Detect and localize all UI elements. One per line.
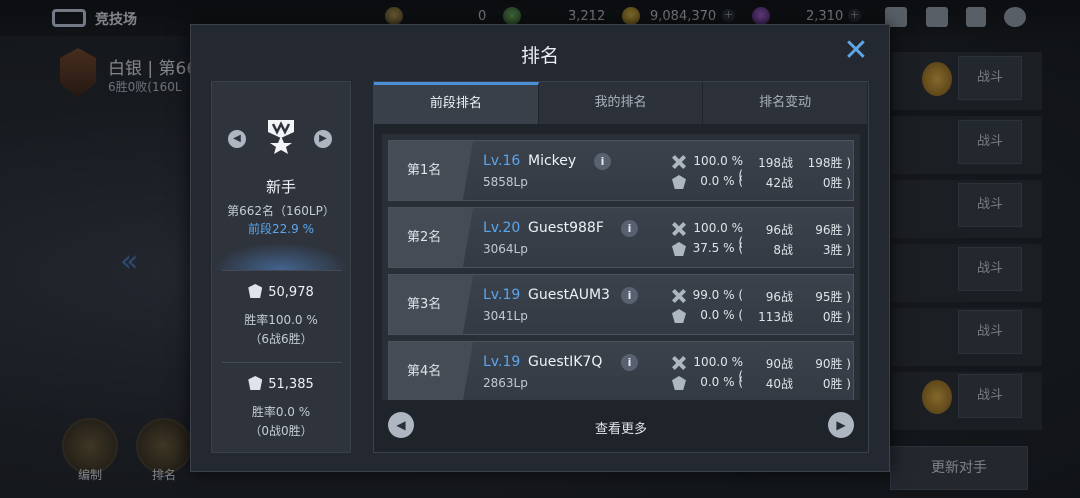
attack-wins: 90胜 ) (815, 357, 851, 371)
player-name: GuestIK7Q (528, 354, 603, 370)
defense-score-value: 51,385 (268, 377, 314, 392)
attack-battles: 90战 (765, 357, 793, 371)
defense-winrate: 胜率0.0 % (251, 405, 311, 419)
info-icon[interactable]: i (621, 287, 638, 304)
defense-battles: 8战 (773, 243, 793, 257)
defense-record: （0战0胜） (249, 424, 313, 438)
ranking-modal: 排名 ✕ ◀ ▶ 新手 第662名（160LP） 前段22.9 % 50,978… (190, 24, 890, 472)
attack-wins: 95胜 ) (815, 290, 851, 304)
attack-wins: 198胜 ) (807, 156, 851, 170)
next-page-button[interactable]: ▶ (828, 412, 854, 438)
attack-record: （6战6胜） (249, 332, 313, 346)
ranking-row[interactable]: 第3名 Lv.19 GuestAUM3 i 3041Lp 99.0 % ( 96战 95胜 )… (388, 274, 854, 335)
defense-wins: 3胜 ) (822, 243, 851, 257)
defense-score: 51,385 (212, 376, 350, 392)
divider (222, 270, 342, 271)
view-more-button[interactable]: 查看更多 (374, 418, 868, 437)
tab-top-ranking[interactable]: 前段排名 (374, 82, 539, 124)
info-icon[interactable]: i (621, 220, 638, 237)
defense-battles: 113战 (758, 310, 793, 324)
tab-my-ranking[interactable]: 我的排名 (538, 82, 704, 124)
ranking-row[interactable]: 第4名 Lv.19 GuestIK7Q i 2863Lp 100.0 % (90战 90胜 … (388, 341, 854, 400)
player-name: GuestAUM3 (528, 287, 610, 303)
player-level: Lv.19 (483, 354, 521, 370)
tier-badge-icon (268, 120, 294, 154)
my-rank-text: 第662名（160LP） (227, 204, 335, 218)
tier-prev-button[interactable]: ◀ (228, 130, 246, 148)
ranking-row[interactable]: 第2名 Lv.20 Guest988F i 3064Lp 100.0 % (96战 96胜 … (388, 207, 854, 268)
tier-glow (212, 242, 350, 270)
attack-score: 50,978 (212, 284, 350, 300)
rank-label: 第3名 (389, 275, 473, 334)
ranking-list[interactable]: 第1名 Lv.16 Mickey i 5858Lp 100.0 % (198战 198胜 )… (382, 134, 860, 400)
attack-battles: 96战 (765, 223, 793, 237)
crossed-swords-icon (672, 222, 686, 236)
tier-name: 新手 (265, 178, 296, 196)
ranking-tabs: 前段排名 我的排名 排名变动 (374, 82, 869, 124)
crossed-swords-icon (672, 356, 686, 370)
shield-icon (672, 242, 686, 256)
shield-icon (672, 309, 686, 323)
my-tier-panel: ◀ ▶ 新手 第662名（160LP） 前段22.9 % 50,978 胜率10… (211, 81, 351, 453)
rank-label: 第2名 (389, 208, 473, 267)
defense-battles: 40战 (765, 377, 793, 391)
ranking-panel: 前段排名 我的排名 排名变动 第1名 Lv.16 Mickey i 5858Lp 100.… (373, 81, 869, 453)
attack-winrate: 胜率100.0 % (244, 313, 318, 327)
defense-percent: 0.0 % ( (700, 375, 743, 389)
player-lp: 3041Lp (483, 309, 528, 323)
ranking-row[interactable]: 第1名 Lv.16 Mickey i 5858Lp 100.0 % (198战 198胜 )… (388, 140, 854, 201)
player-lp: 3064Lp (483, 242, 528, 256)
divider (222, 362, 342, 363)
info-icon[interactable]: i (621, 354, 638, 371)
defense-battles: 42战 (765, 176, 793, 190)
player-name: Guest988F (528, 220, 604, 236)
shield-icon (672, 175, 686, 189)
attack-score-value: 50,978 (268, 285, 314, 300)
attack-percent: 99.0 % ( (692, 288, 743, 302)
defense-percent: 0.0 % ( (700, 174, 743, 188)
player-lp: 5858Lp (483, 175, 528, 189)
player-level: Lv.20 (483, 220, 521, 236)
my-percent-text: 前段22.9 % (248, 222, 314, 236)
crossed-swords-icon (672, 289, 686, 303)
attack-battles: 96战 (765, 290, 793, 304)
player-lp: 2863Lp (483, 376, 528, 390)
tier-next-button[interactable]: ▶ (314, 130, 332, 148)
rank-label: 第1名 (389, 141, 473, 200)
tab-ranking-change[interactable]: 排名变动 (703, 82, 869, 124)
shield-icon (672, 376, 686, 390)
player-level: Lv.16 (483, 153, 521, 169)
close-icon[interactable]: ✕ (843, 36, 869, 66)
defense-percent: 0.0 % ( (700, 308, 743, 322)
info-icon[interactable]: i (594, 153, 611, 170)
attack-battles: 198战 (758, 156, 793, 170)
defense-percent: 37.5 % ( (692, 241, 743, 255)
attack-shield-icon (248, 284, 263, 298)
rank-label: 第4名 (389, 342, 473, 400)
modal-title: 排名 (520, 45, 559, 67)
player-name: Mickey (528, 153, 577, 169)
modal-header: 排名 ✕ (191, 25, 889, 81)
defense-shield-icon (248, 376, 263, 390)
defense-wins: 0胜 ) (822, 176, 851, 190)
attack-wins: 96胜 ) (815, 223, 851, 237)
defense-wins: 0胜 ) (822, 377, 851, 391)
defense-wins: 0胜 ) (822, 310, 851, 324)
crossed-swords-icon (672, 155, 686, 169)
player-level: Lv.19 (483, 287, 521, 303)
